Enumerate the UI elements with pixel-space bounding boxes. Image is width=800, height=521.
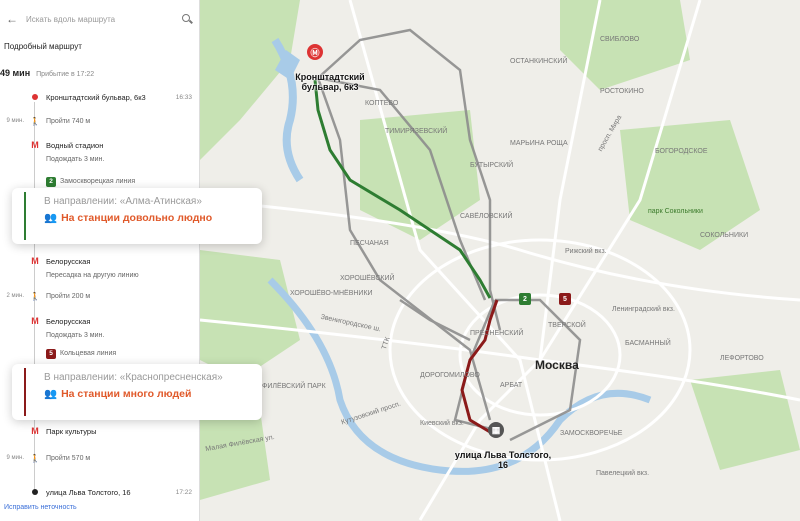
transfer-badge-2: 2	[519, 293, 531, 305]
end-pin[interactable]: ▦	[488, 422, 504, 438]
district-label: ПЕСЧАНАЯ	[350, 240, 389, 247]
transfer-badge-5: 5	[559, 293, 571, 305]
district-label: АРБАТ	[500, 382, 523, 389]
panel-title: Подробный маршрут	[4, 42, 82, 51]
district-label: ФИЛЁВСКИЙ ПАРК	[262, 383, 326, 390]
search-input[interactable]: Искать вдоль маршрута	[20, 15, 180, 24]
district-label: САВЁЛОВСКИЙ	[460, 213, 513, 220]
end-label: улица Льва Толстого, 16	[454, 450, 552, 470]
start-pin[interactable]: Ⓜ	[307, 44, 323, 60]
report-error-link[interactable]: Исправить неточность	[4, 504, 77, 511]
step-walk[interactable]: 2 мин. 🚶 Пройти 200 м	[0, 289, 200, 303]
walk-icon: 🚶	[30, 116, 40, 126]
crowd-icon: 👥	[44, 388, 58, 400]
district-label: СВИБЛОВО	[600, 36, 640, 43]
step-transfer: Пересадка на другую линию	[46, 271, 139, 279]
step-line[interactable]: 5 Кольцевая линия	[0, 346, 200, 360]
crowd-status: 👥 На станции довольно людно	[44, 211, 213, 225]
place-label: Павелецкий вкз.	[596, 470, 650, 477]
district-label: БОГОРОДСКОЕ	[655, 148, 708, 155]
step-wait: Подождать 3 мин.	[46, 331, 105, 339]
step-walk[interactable]: 9 мин. 🚶 Пройти 740 м	[0, 114, 200, 128]
direction-text: В направлении: «Краснопресненская»	[44, 372, 223, 383]
step-station[interactable]: М Белорусская	[0, 254, 200, 268]
step-station[interactable]: М Парк культуры	[0, 424, 200, 438]
crowd-card-1: В направлении: «Алма-Атинская» 👥 На станц…	[12, 188, 262, 244]
district-label: ЛЕФОРТОВО	[720, 355, 764, 362]
district-label: БУТЫРСКИЙ	[470, 162, 514, 169]
metro-icon: М	[31, 140, 39, 150]
step-station[interactable]: М Белорусская	[0, 314, 200, 328]
walk-icon: 🚶	[30, 453, 40, 463]
district-label: ДОРОГОМИЛОВО	[420, 372, 480, 379]
step-start[interactable]: Кронштадтский бульвар, 6к3 16:33	[0, 90, 200, 104]
district-label: ПРЕСНЕНСКИЙ	[470, 330, 524, 337]
place-label: Ленинградский вкз.	[612, 306, 675, 313]
route-duration: 49 мин	[0, 68, 31, 78]
step-wait: Подождать 3 мин.	[46, 155, 105, 163]
step-walk[interactable]: 9 мин. 🚶 Пройти 570 м	[0, 451, 200, 465]
end-point-icon	[32, 489, 38, 495]
district-label: ХОРОШЁВО-МНЁВНИКИ	[290, 290, 373, 297]
back-arrow-icon[interactable]: ←	[4, 12, 20, 26]
step-station[interactable]: М Водный стадион	[0, 138, 200, 152]
step-line[interactable]: 2 Замоскворецкая линия	[0, 174, 200, 188]
crowd-icon: 👥	[44, 212, 58, 224]
metro-icon: М	[31, 426, 39, 436]
route-panel: ← Искать вдоль маршрута Подробный маршру…	[0, 0, 200, 521]
direction-text: В направлении: «Алма-Атинская»	[44, 196, 202, 207]
place-label: Рижский вкз.	[565, 248, 607, 255]
district-label: ТВЕРСКОЙ	[548, 322, 586, 329]
route-summary: 49 мин Прибытие в 17:22	[0, 68, 94, 78]
crowd-status: 👥 На станции много людей	[44, 387, 192, 401]
arrival-time: Прибытие в 17:22	[36, 71, 95, 78]
route-search-bar[interactable]: ← Искать вдоль маршрута	[4, 8, 194, 30]
district-label: КОПТЕВО	[365, 100, 399, 107]
search-icon[interactable]	[180, 12, 194, 26]
building-icon: ▦	[491, 424, 501, 435]
place-label: Киевский вкз.	[420, 420, 464, 427]
district-label: СОКОЛЬНИКИ	[700, 232, 749, 239]
district-label: БАСМАННЫЙ	[625, 340, 671, 347]
line-badge: 5	[46, 348, 56, 359]
walk-icon: 🚶	[30, 291, 40, 301]
park-label: парк Сокольники	[648, 208, 703, 215]
city-label: Москва	[535, 358, 579, 372]
metro-icon: М	[31, 316, 39, 326]
step-end[interactable]: улица Льва Толстого, 16 17:22	[0, 485, 200, 499]
district-label: РОСТОКИНО	[600, 88, 644, 95]
district-label: ЗАМОСКВОРЕЧЬЕ	[560, 430, 623, 437]
district-label: МАРЬИНА РОЩА	[510, 140, 568, 147]
line-badge: 2	[46, 176, 56, 187]
metro-icon: Ⓜ	[310, 47, 320, 58]
crowd-card-2: В направлении: «Краснопресненская» 👥 На с…	[12, 364, 262, 420]
district-label: ТИМИРЯЗЕВСКИЙ	[385, 128, 448, 135]
district-label: ОСТАНКИНСКИЙ	[510, 58, 568, 65]
start-label: Кронштадтский бульвар, 6к3	[295, 72, 365, 92]
start-point-icon	[32, 94, 38, 100]
district-label: ХОРОШЁВСКИЙ	[340, 275, 395, 282]
metro-icon: М	[31, 256, 39, 266]
